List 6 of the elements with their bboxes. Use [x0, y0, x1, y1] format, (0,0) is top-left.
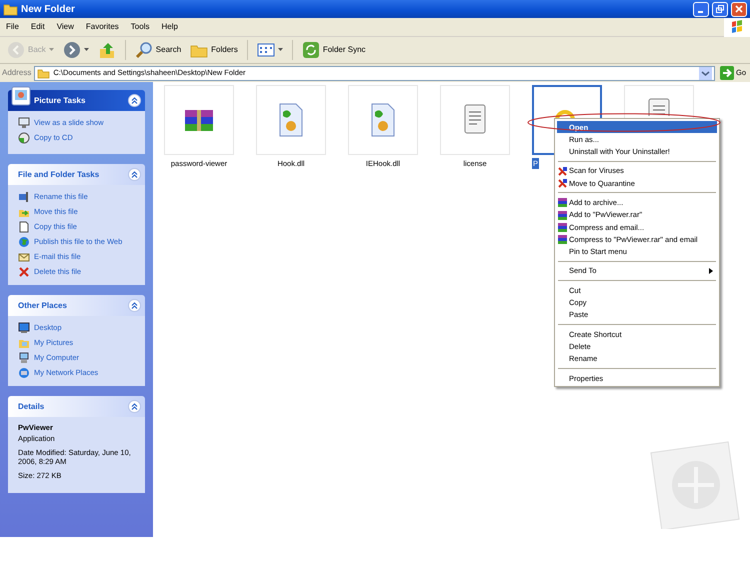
panel-title: Other Places	[18, 300, 67, 312]
panel-title: Details	[18, 400, 44, 412]
panel-title: File and Folder Tasks	[18, 168, 100, 180]
window-title: New Folder	[21, 2, 75, 16]
address-label: Address	[2, 67, 32, 79]
panel-title: Picture Tasks	[34, 94, 86, 106]
